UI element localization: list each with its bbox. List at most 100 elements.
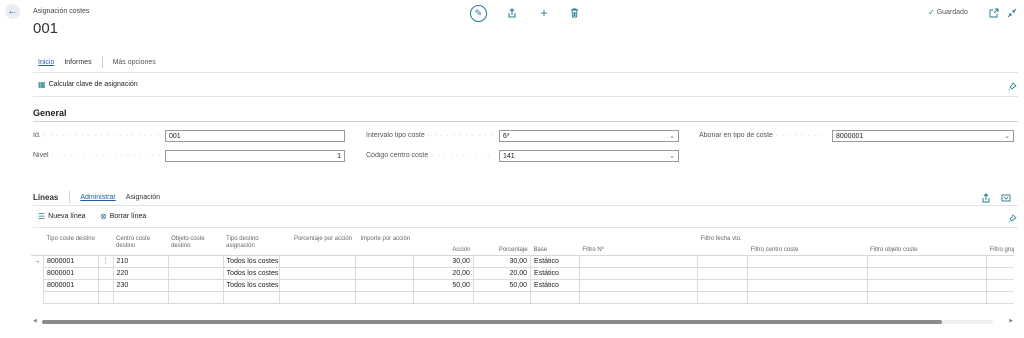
cell-filtro-fecha[interactable] [697,254,749,268]
row-menu-cell[interactable] [98,290,114,304]
nivel-field[interactable]: 1 [165,150,345,162]
new-line-action[interactable]: ☰ Nueva línea [38,212,86,221]
col-tipo-destino-asignacion[interactable]: Tipo destino asignación [223,235,280,256]
tab-inicio[interactable]: Inicio [33,59,59,66]
cell-filtro-objeto[interactable] [866,290,988,304]
cell-filtro-grupo[interactable] [986,278,1014,292]
cell-objeto[interactable] [167,254,224,268]
cell-accion[interactable]: 50,00 [412,278,474,292]
col-filtro-grupo[interactable]: Filtro grupo [986,235,1014,256]
delete-button[interactable] [568,7,580,19]
cell-centro[interactable] [112,290,169,304]
cell-filtro-objeto[interactable] [866,254,988,268]
cell-filtro-centro[interactable] [747,266,868,280]
tab-asignacion[interactable]: Asignación [121,194,165,201]
cell-filtro-no[interactable] [578,290,699,304]
col-porcentaje-por-accion[interactable]: Porcentaje por acción [279,235,356,256]
cell-objeto[interactable] [167,290,224,304]
cell-centro[interactable]: 230 [112,278,169,292]
scroll-right-icon[interactable]: ▶ [1009,318,1013,324]
cell-filtro-centro[interactable] [747,254,868,268]
cell-porcentaje[interactable]: 20,00 [472,266,532,280]
table-row[interactable]: → 8000001 ⋮ 210 Todos los costes 30,00 3… [31,254,1014,268]
row-menu-cell[interactable] [98,278,114,292]
row-menu-cell[interactable] [98,266,114,280]
col-centro-coste-destino[interactable]: Centro coste destino [113,235,169,256]
cell-filtro-centro[interactable] [747,278,868,292]
lines-expand-button[interactable] [1000,192,1012,204]
id-field[interactable]: 001 [165,130,345,142]
collapse-button[interactable] [1006,7,1018,19]
cell-filtro-no[interactable] [578,254,699,268]
table-row[interactable]: 8000001 230 Todos los costes 50,00 50,00… [31,278,1014,292]
cell-filtro-fecha[interactable] [697,290,749,304]
tab-informes[interactable]: Informes [59,59,96,66]
cell-imp-accion[interactable] [354,278,414,292]
cell-filtro-objeto[interactable] [866,266,988,280]
table-row[interactable]: 8000001 220 Todos los costes 20,00 20,00… [31,266,1014,280]
cell-accion[interactable] [412,290,474,304]
cell-centro[interactable]: 220 [112,266,169,280]
cell-porcentaje[interactable]: 50,00 [472,278,532,292]
cell-pct-accion[interactable] [278,290,356,304]
lines-share-button[interactable] [980,192,992,204]
open-new-window-button[interactable] [988,7,1000,19]
cell-centro[interactable]: 210 [112,254,169,268]
col-tipo-coste-destino[interactable]: Tipo coste destino [43,235,99,256]
pin-lines-button[interactable] [1006,212,1018,224]
col-filtro-fecha-vto[interactable]: Filtro fecha vto. [697,235,748,256]
cell-porcentaje[interactable]: 30,00 [472,254,532,268]
cell-accion[interactable]: 30,00 [412,254,474,268]
codigo-centro-coste-field[interactable]: 141 ⌄ [499,150,679,162]
cell-objeto[interactable] [167,278,224,292]
scroll-left-icon[interactable]: ◀ [33,318,37,324]
col-filtro-centro-coste[interactable]: Filtro centro coste [747,235,868,256]
col-filtro-objeto-coste[interactable]: Filtro objeto coste [867,235,987,256]
share-button[interactable] [506,7,518,19]
table-row-empty[interactable] [31,290,1014,304]
tab-administrar[interactable]: Administrar [75,194,120,201]
cell-imp-accion[interactable] [354,266,414,280]
cell-tipo[interactable]: 8000001 [42,266,100,280]
cell-filtro-fecha[interactable] [697,266,749,280]
cell-filtro-grupo[interactable] [986,290,1014,304]
intervalo-tipo-coste-field[interactable]: 6* ⌄ [499,130,679,142]
col-objeto-coste-destino[interactable]: Objeto coste destino [168,235,224,256]
row-menu-button[interactable]: ⋮ [98,254,114,268]
edit-button[interactable]: ✎ [470,5,487,22]
back-button[interactable]: ← [5,4,20,19]
calculate-allocation-key-action[interactable]: ▦ Calcular clave de asignación [38,80,138,89]
col-base[interactable]: Base [530,235,580,256]
cell-filtro-no[interactable] [578,266,699,280]
col-porcentaje[interactable]: Porcentaje [473,235,531,256]
cell-tipo[interactable] [42,290,100,304]
cell-filtro-objeto[interactable] [866,278,988,292]
cell-filtro-grupo[interactable] [986,266,1014,280]
abonar-tipo-coste-field[interactable]: 8000001 ⌄ [832,130,1014,142]
horizontal-scrollbar[interactable]: ◀ ▶ [33,318,1013,325]
cell-filtro-fecha[interactable] [697,278,749,292]
col-importe-por-accion[interactable]: Importe por acción [355,235,414,256]
cell-imp-accion[interactable] [354,254,414,268]
cell-porcentaje[interactable] [472,290,532,304]
new-button[interactable]: + [538,6,550,20]
cell-base[interactable]: Estático [530,266,580,280]
cell-accion[interactable]: 20,00 [412,266,474,280]
cell-destino[interactable] [222,290,280,304]
cell-base[interactable]: Estático [530,278,580,292]
cell-tipo[interactable]: 8000001 [42,254,100,268]
cell-filtro-grupo[interactable] [986,254,1014,268]
pin-action-bar-button[interactable] [1006,80,1018,92]
scroll-thumb[interactable] [42,320,942,324]
cell-destino[interactable]: Todos los costes [222,254,280,268]
cell-pct-accion[interactable] [278,278,356,292]
cell-destino[interactable]: Todos los costes [222,266,280,280]
cell-filtro-centro[interactable] [747,290,868,304]
cell-objeto[interactable] [167,266,224,280]
col-filtro-no[interactable]: Filtro Nº [579,235,698,256]
more-options-button[interactable]: Más opciones [108,59,161,66]
cell-pct-accion[interactable] [278,266,356,280]
cell-tipo[interactable]: 8000001 [42,278,100,292]
col-accion[interactable]: Acción [413,235,474,256]
cell-pct-accion[interactable] [278,254,356,268]
